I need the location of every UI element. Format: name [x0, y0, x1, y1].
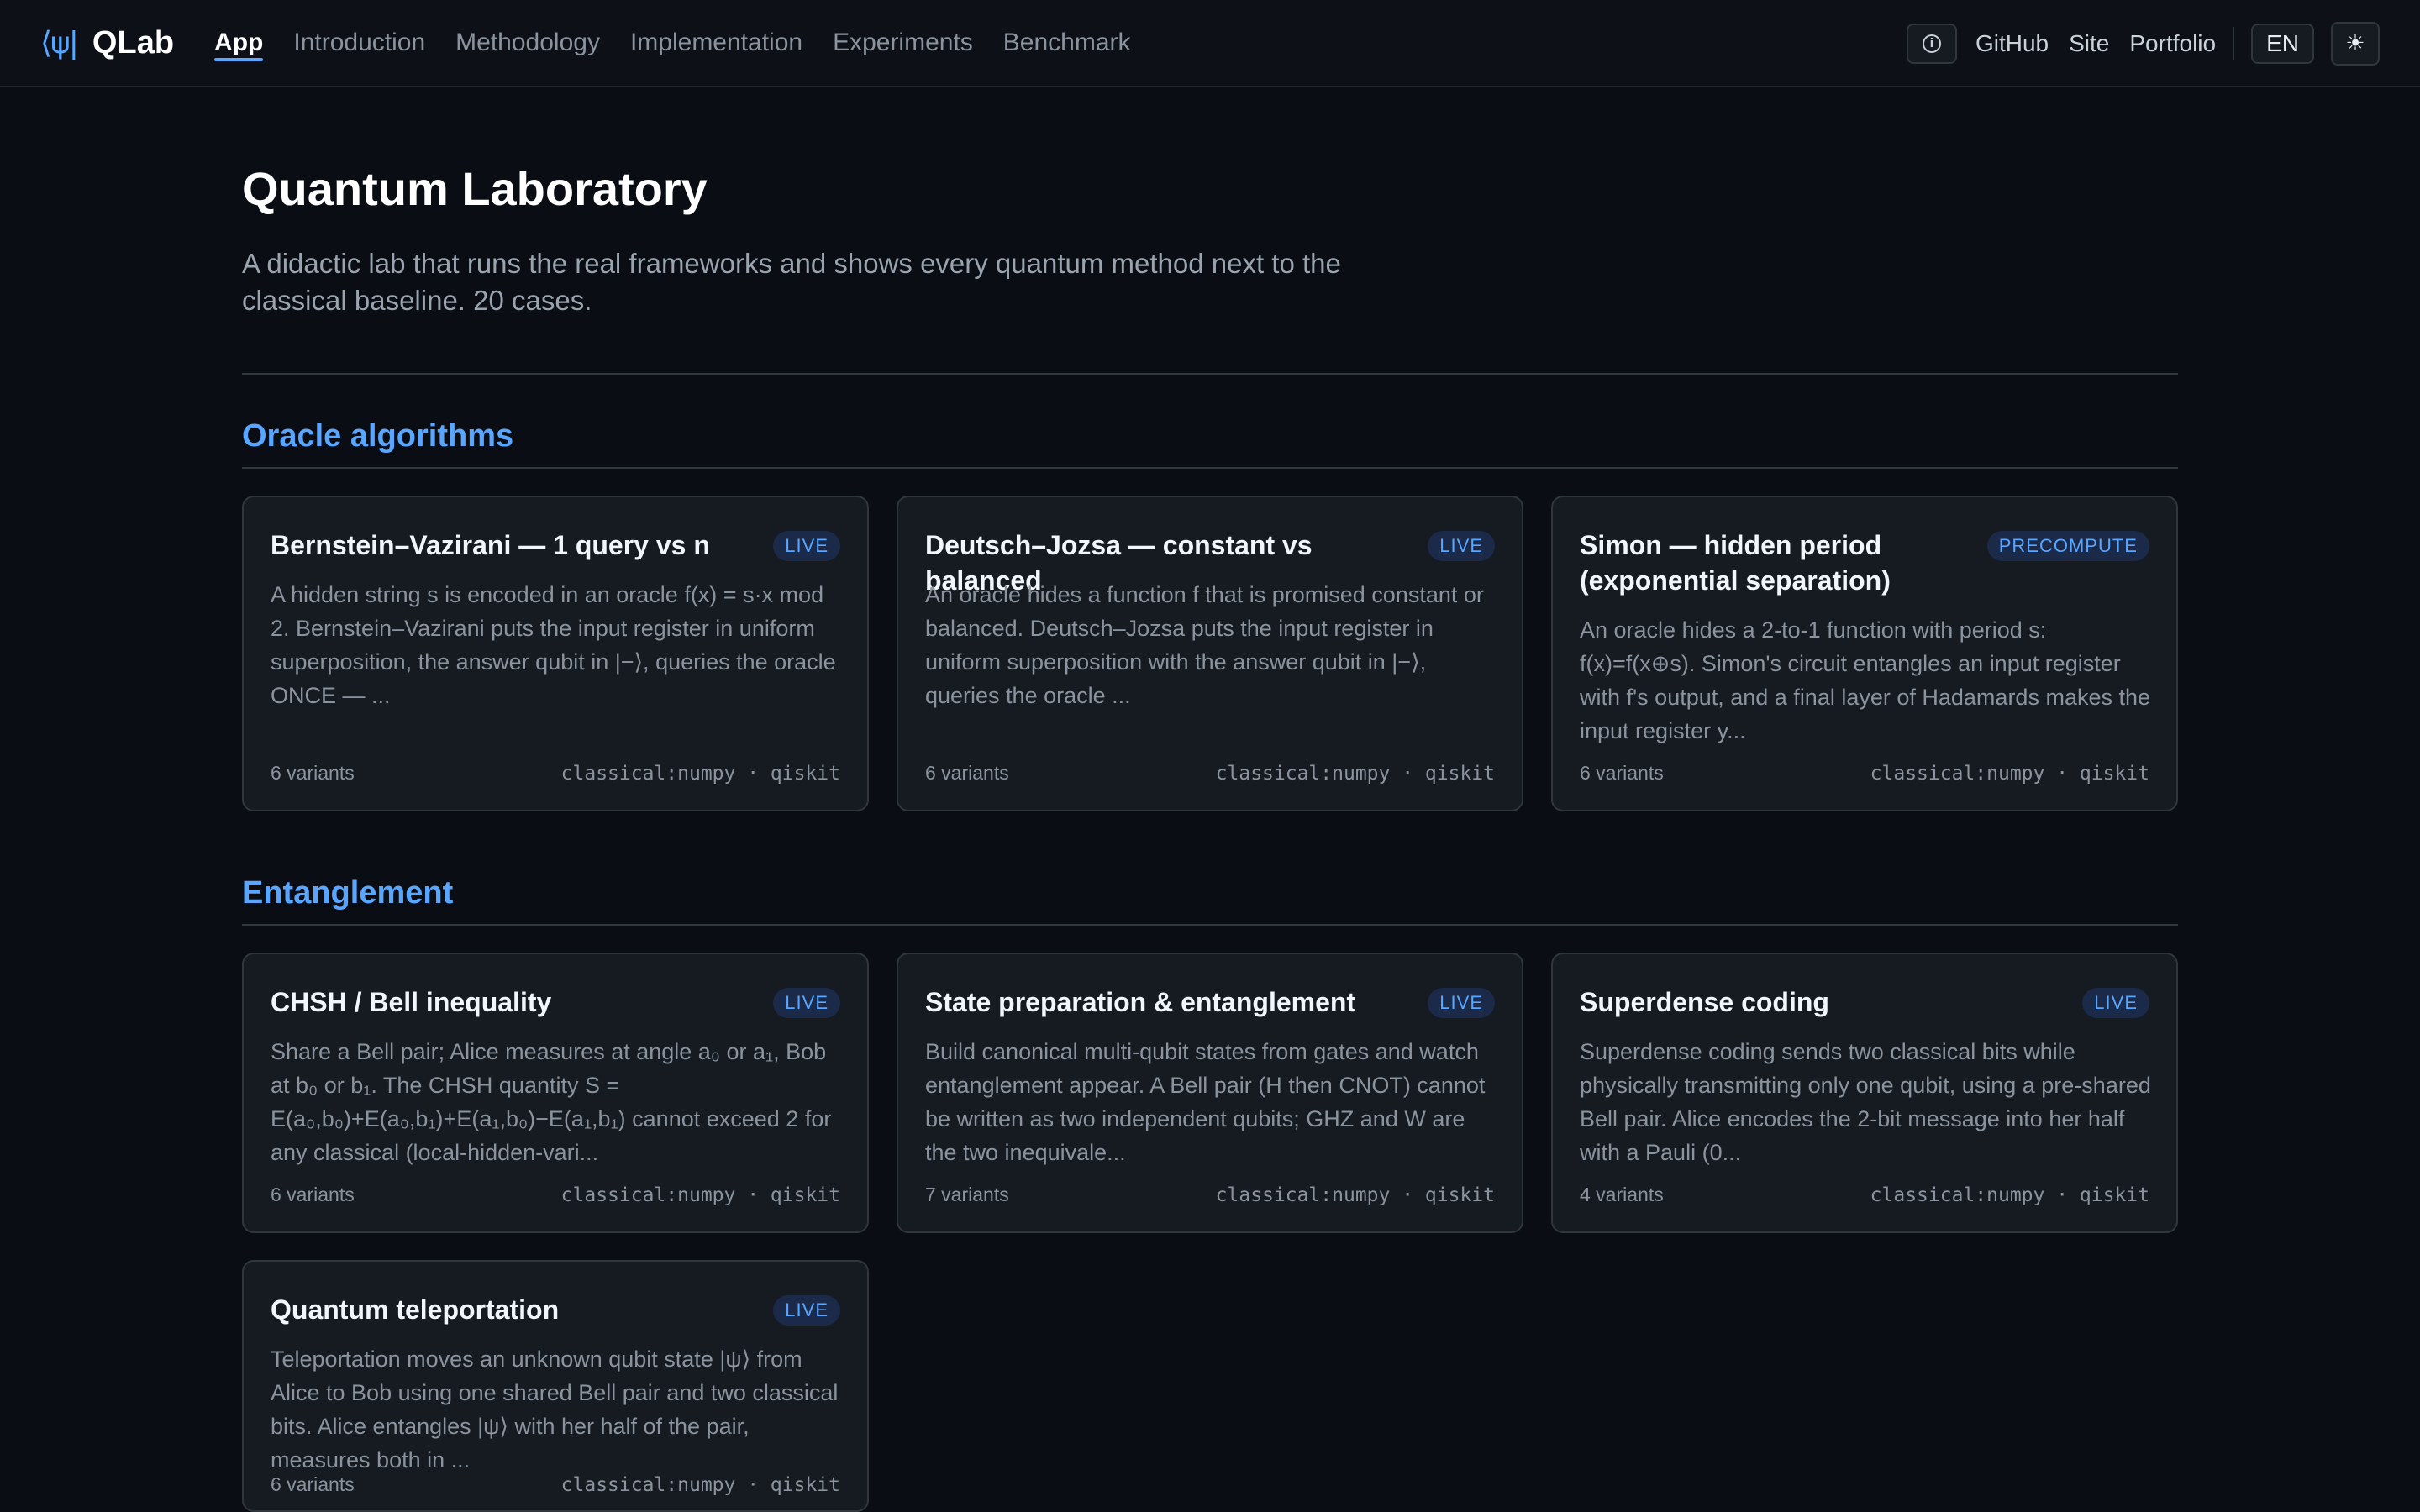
section-title-oracle-algorithms: Oracle algorithms	[242, 418, 514, 454]
status-badge: LIVE	[1428, 988, 1495, 1018]
theme-toggle-button[interactable]: ☀	[2331, 22, 2380, 66]
brand-name: QLab	[92, 24, 175, 60]
card-description: Teleportation moves an unknown qubit sta…	[271, 1347, 839, 1473]
card-title: Bernstein–Vazirani — 1 query vs n	[271, 530, 710, 560]
card-title: State preparation & entanglement	[925, 987, 1356, 1017]
variant-count: 6 variants	[271, 762, 355, 784]
variant-count: 4 variants	[1580, 1184, 1664, 1205]
nav-item-introduction[interactable]: Introduction	[293, 0, 425, 87]
case-card-bernstein-vazirani[interactable]: Bernstein–Vazirani — 1 query vs n LIVE A…	[242, 496, 869, 811]
psi-logo-icon: ⟨ψ|	[40, 25, 79, 60]
status-badge: LIVE	[773, 988, 840, 1018]
card-description: Share a Bell pair; Alice measures at ang…	[271, 1039, 832, 1165]
case-card-state-preparation[interactable]: State preparation & entanglement LIVE Bu…	[897, 953, 1523, 1233]
case-card-superdense-coding[interactable]: Superdense coding LIVE Superdense coding…	[1551, 953, 2178, 1233]
top-navbar: ⟨ψ| QLab App Introduction Methodology Im…	[0, 0, 2420, 87]
variant-count: 7 variants	[925, 1184, 1009, 1205]
card-footer: 7 variants classical:numpy · qiskit	[925, 1184, 1495, 1206]
status-badge: LIVE	[2082, 988, 2149, 1018]
info-button[interactable]: i	[1906, 24, 1957, 64]
card-footer: 6 variants classical:numpy · qiskit	[271, 1184, 840, 1206]
nav-divider	[2233, 27, 2235, 60]
card-description: An oracle hides a function f that is pro…	[925, 582, 1484, 708]
github-link[interactable]: GitHub	[1975, 30, 2049, 57]
framework-list: classical:numpy · qiskit	[560, 763, 840, 785]
section-divider	[242, 924, 2178, 926]
variant-count: 6 variants	[271, 1473, 355, 1495]
card-title: Simon — hidden period (exponential separ…	[1580, 530, 1891, 596]
page-description: A didactic lab that runs the real framew…	[242, 248, 1341, 316]
card-footer: 4 variants classical:numpy · qiskit	[1580, 1184, 2149, 1206]
status-badge: LIVE	[773, 531, 840, 561]
language-button[interactable]: EN	[2251, 24, 2314, 64]
framework-list: classical:numpy · qiskit	[560, 1184, 840, 1206]
variant-count: 6 variants	[271, 1184, 355, 1205]
section-divider	[242, 467, 2178, 469]
right-nav: i GitHub Site Portfolio EN ☀	[1906, 0, 2380, 87]
framework-list: classical:numpy · qiskit	[1215, 1184, 1495, 1206]
page-title: Quantum Laboratory	[242, 162, 708, 215]
card-footer: 6 variants classical:numpy · qiskit	[1580, 762, 2149, 785]
case-card-chsh-bell[interactable]: CHSH / Bell inequality LIVE Share a Bell…	[242, 953, 869, 1233]
nav-item-app[interactable]: App	[214, 0, 264, 87]
card-description: A hidden string s is encoded in an oracl…	[271, 582, 836, 708]
sun-icon: ☀	[2345, 31, 2365, 56]
framework-list: classical:numpy · qiskit	[560, 1474, 840, 1496]
nav-item-experiments[interactable]: Experiments	[833, 0, 973, 87]
case-card-quantum-teleportation[interactable]: Quantum teleportation LIVE Teleportation…	[242, 1260, 869, 1512]
nav-item-benchmark[interactable]: Benchmark	[1003, 0, 1131, 87]
card-title: Superdense coding	[1580, 987, 1829, 1017]
header-divider	[242, 373, 2178, 375]
info-icon: i	[1922, 34, 1941, 53]
card-description: Build canonical multi-qubit states from …	[925, 1039, 1486, 1165]
variant-count: 6 variants	[925, 762, 1009, 784]
framework-list: classical:numpy · qiskit	[1870, 1184, 2149, 1206]
case-card-deutsch-jozsa[interactable]: Deutsch–Jozsa — constant vs balanced LIV…	[897, 496, 1523, 811]
status-badge: PRECOMPUTE	[1986, 531, 2149, 561]
section-title-entanglement: Entanglement	[242, 875, 454, 911]
site-link[interactable]: Site	[2069, 30, 2109, 57]
framework-list: classical:numpy · qiskit	[1870, 763, 2149, 785]
card-title: Quantum teleportation	[271, 1294, 560, 1325]
status-badge: LIVE	[1428, 531, 1495, 561]
card-description: An oracle hides a 2-to-1 function with p…	[1580, 617, 2151, 743]
nav-item-implementation[interactable]: Implementation	[630, 0, 802, 87]
card-title: CHSH / Bell inequality	[271, 987, 552, 1017]
main-nav: App Introduction Methodology Implementat…	[214, 0, 1160, 87]
card-footer: 6 variants classical:numpy · qiskit	[271, 762, 840, 785]
status-badge: LIVE	[773, 1295, 840, 1326]
case-card-simon[interactable]: Simon — hidden period (exponential separ…	[1551, 496, 2178, 811]
card-description: Superdense coding sends two classical bi…	[1580, 1039, 2151, 1165]
card-footer: 6 variants classical:numpy · qiskit	[925, 762, 1495, 785]
portfolio-link[interactable]: Portfolio	[2129, 30, 2216, 57]
card-footer: 6 variants classical:numpy · qiskit	[271, 1473, 840, 1496]
nav-item-methodology[interactable]: Methodology	[455, 0, 600, 87]
framework-list: classical:numpy · qiskit	[1215, 763, 1495, 785]
brand-logo[interactable]: ⟨ψ| QLab	[40, 25, 174, 61]
variant-count: 6 variants	[1580, 762, 1664, 784]
